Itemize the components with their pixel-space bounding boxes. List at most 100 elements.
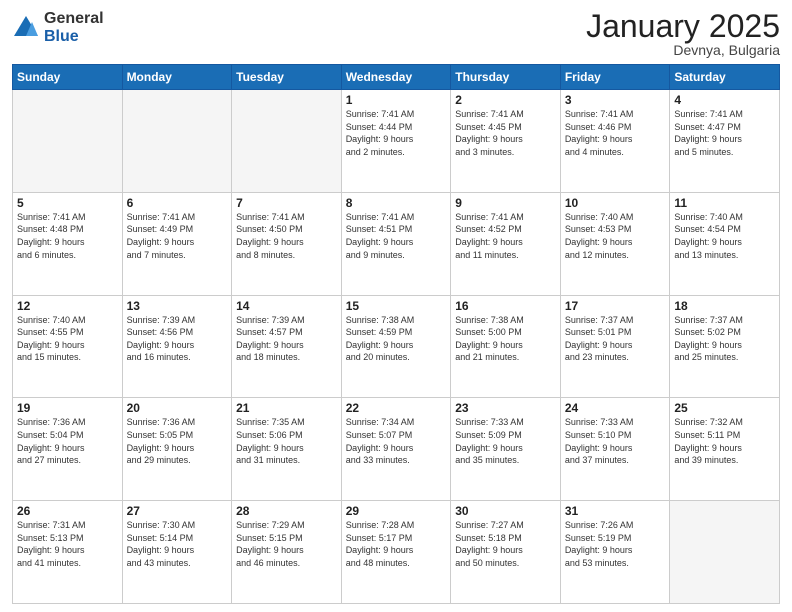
calendar-cell [232, 90, 342, 193]
day-info: Sunrise: 7:31 AM Sunset: 5:13 PM Dayligh… [17, 519, 118, 569]
day-info: Sunrise: 7:40 AM Sunset: 4:54 PM Dayligh… [674, 211, 775, 261]
weekday-header-tuesday: Tuesday [232, 65, 342, 90]
day-number: 10 [565, 196, 666, 210]
day-number: 24 [565, 401, 666, 415]
day-number: 29 [346, 504, 447, 518]
day-number: 16 [455, 299, 556, 313]
day-info: Sunrise: 7:38 AM Sunset: 5:00 PM Dayligh… [455, 314, 556, 364]
day-number: 25 [674, 401, 775, 415]
day-info: Sunrise: 7:28 AM Sunset: 5:17 PM Dayligh… [346, 519, 447, 569]
calendar-cell: 8Sunrise: 7:41 AM Sunset: 4:51 PM Daylig… [341, 192, 451, 295]
weekday-header-monday: Monday [122, 65, 232, 90]
calendar-cell: 12Sunrise: 7:40 AM Sunset: 4:55 PM Dayli… [13, 295, 123, 398]
day-number: 5 [17, 196, 118, 210]
day-number: 9 [455, 196, 556, 210]
calendar-cell: 24Sunrise: 7:33 AM Sunset: 5:10 PM Dayli… [560, 398, 670, 501]
page-container: General Blue January 2025 Devnya, Bulgar… [0, 0, 792, 612]
weekday-header-sunday: Sunday [13, 65, 123, 90]
day-info: Sunrise: 7:36 AM Sunset: 5:04 PM Dayligh… [17, 416, 118, 466]
day-number: 4 [674, 93, 775, 107]
calendar-cell: 26Sunrise: 7:31 AM Sunset: 5:13 PM Dayli… [13, 501, 123, 604]
calendar-cell: 9Sunrise: 7:41 AM Sunset: 4:52 PM Daylig… [451, 192, 561, 295]
day-number: 31 [565, 504, 666, 518]
day-info: Sunrise: 7:33 AM Sunset: 5:09 PM Dayligh… [455, 416, 556, 466]
calendar-cell: 5Sunrise: 7:41 AM Sunset: 4:48 PM Daylig… [13, 192, 123, 295]
day-info: Sunrise: 7:37 AM Sunset: 5:01 PM Dayligh… [565, 314, 666, 364]
title-block: January 2025 Devnya, Bulgaria [586, 10, 780, 58]
calendar-cell: 18Sunrise: 7:37 AM Sunset: 5:02 PM Dayli… [670, 295, 780, 398]
calendar-cell: 21Sunrise: 7:35 AM Sunset: 5:06 PM Dayli… [232, 398, 342, 501]
calendar-cell: 6Sunrise: 7:41 AM Sunset: 4:49 PM Daylig… [122, 192, 232, 295]
day-info: Sunrise: 7:41 AM Sunset: 4:51 PM Dayligh… [346, 211, 447, 261]
calendar-cell [13, 90, 123, 193]
day-number: 28 [236, 504, 337, 518]
calendar-week-4: 19Sunrise: 7:36 AM Sunset: 5:04 PM Dayli… [13, 398, 780, 501]
day-info: Sunrise: 7:38 AM Sunset: 4:59 PM Dayligh… [346, 314, 447, 364]
day-number: 22 [346, 401, 447, 415]
day-info: Sunrise: 7:41 AM Sunset: 4:46 PM Dayligh… [565, 108, 666, 158]
day-number: 21 [236, 401, 337, 415]
day-number: 11 [674, 196, 775, 210]
calendar-cell: 30Sunrise: 7:27 AM Sunset: 5:18 PM Dayli… [451, 501, 561, 604]
day-number: 17 [565, 299, 666, 313]
calendar-week-1: 1Sunrise: 7:41 AM Sunset: 4:44 PM Daylig… [13, 90, 780, 193]
day-number: 15 [346, 299, 447, 313]
logo-general: General [44, 10, 104, 28]
day-info: Sunrise: 7:41 AM Sunset: 4:49 PM Dayligh… [127, 211, 228, 261]
calendar-cell: 25Sunrise: 7:32 AM Sunset: 5:11 PM Dayli… [670, 398, 780, 501]
day-info: Sunrise: 7:41 AM Sunset: 4:48 PM Dayligh… [17, 211, 118, 261]
calendar-header-row: SundayMondayTuesdayWednesdayThursdayFrid… [13, 65, 780, 90]
day-info: Sunrise: 7:41 AM Sunset: 4:47 PM Dayligh… [674, 108, 775, 158]
day-number: 30 [455, 504, 556, 518]
day-number: 8 [346, 196, 447, 210]
day-info: Sunrise: 7:30 AM Sunset: 5:14 PM Dayligh… [127, 519, 228, 569]
day-info: Sunrise: 7:35 AM Sunset: 5:06 PM Dayligh… [236, 416, 337, 466]
logo-blue: Blue [44, 28, 104, 46]
day-info: Sunrise: 7:37 AM Sunset: 5:02 PM Dayligh… [674, 314, 775, 364]
calendar-week-5: 26Sunrise: 7:31 AM Sunset: 5:13 PM Dayli… [13, 501, 780, 604]
calendar-cell: 22Sunrise: 7:34 AM Sunset: 5:07 PM Dayli… [341, 398, 451, 501]
day-number: 7 [236, 196, 337, 210]
day-info: Sunrise: 7:29 AM Sunset: 5:15 PM Dayligh… [236, 519, 337, 569]
day-info: Sunrise: 7:36 AM Sunset: 5:05 PM Dayligh… [127, 416, 228, 466]
day-number: 2 [455, 93, 556, 107]
calendar-cell: 11Sunrise: 7:40 AM Sunset: 4:54 PM Dayli… [670, 192, 780, 295]
calendar-cell [122, 90, 232, 193]
day-info: Sunrise: 7:40 AM Sunset: 4:55 PM Dayligh… [17, 314, 118, 364]
day-number: 6 [127, 196, 228, 210]
day-number: 12 [17, 299, 118, 313]
calendar-cell: 29Sunrise: 7:28 AM Sunset: 5:17 PM Dayli… [341, 501, 451, 604]
day-number: 3 [565, 93, 666, 107]
calendar-cell: 3Sunrise: 7:41 AM Sunset: 4:46 PM Daylig… [560, 90, 670, 193]
day-info: Sunrise: 7:39 AM Sunset: 4:57 PM Dayligh… [236, 314, 337, 364]
logo: General Blue [12, 10, 104, 45]
day-info: Sunrise: 7:40 AM Sunset: 4:53 PM Dayligh… [565, 211, 666, 261]
calendar-cell: 1Sunrise: 7:41 AM Sunset: 4:44 PM Daylig… [341, 90, 451, 193]
day-info: Sunrise: 7:32 AM Sunset: 5:11 PM Dayligh… [674, 416, 775, 466]
day-number: 18 [674, 299, 775, 313]
calendar-cell: 19Sunrise: 7:36 AM Sunset: 5:04 PM Dayli… [13, 398, 123, 501]
day-number: 14 [236, 299, 337, 313]
calendar-week-2: 5Sunrise: 7:41 AM Sunset: 4:48 PM Daylig… [13, 192, 780, 295]
day-info: Sunrise: 7:27 AM Sunset: 5:18 PM Dayligh… [455, 519, 556, 569]
day-info: Sunrise: 7:41 AM Sunset: 4:52 PM Dayligh… [455, 211, 556, 261]
day-info: Sunrise: 7:33 AM Sunset: 5:10 PM Dayligh… [565, 416, 666, 466]
day-number: 27 [127, 504, 228, 518]
calendar-cell: 17Sunrise: 7:37 AM Sunset: 5:01 PM Dayli… [560, 295, 670, 398]
calendar-week-3: 12Sunrise: 7:40 AM Sunset: 4:55 PM Dayli… [13, 295, 780, 398]
calendar-cell: 23Sunrise: 7:33 AM Sunset: 5:09 PM Dayli… [451, 398, 561, 501]
calendar-cell: 7Sunrise: 7:41 AM Sunset: 4:50 PM Daylig… [232, 192, 342, 295]
calendar-cell: 4Sunrise: 7:41 AM Sunset: 4:47 PM Daylig… [670, 90, 780, 193]
logo-text: General Blue [44, 10, 104, 45]
day-info: Sunrise: 7:41 AM Sunset: 4:45 PM Dayligh… [455, 108, 556, 158]
calendar-cell: 28Sunrise: 7:29 AM Sunset: 5:15 PM Dayli… [232, 501, 342, 604]
day-info: Sunrise: 7:39 AM Sunset: 4:56 PM Dayligh… [127, 314, 228, 364]
calendar-cell: 10Sunrise: 7:40 AM Sunset: 4:53 PM Dayli… [560, 192, 670, 295]
weekday-header-friday: Friday [560, 65, 670, 90]
day-number: 1 [346, 93, 447, 107]
calendar-cell: 16Sunrise: 7:38 AM Sunset: 5:00 PM Dayli… [451, 295, 561, 398]
day-info: Sunrise: 7:41 AM Sunset: 4:50 PM Dayligh… [236, 211, 337, 261]
weekday-header-wednesday: Wednesday [341, 65, 451, 90]
month-title: January 2025 [586, 10, 780, 42]
location-subtitle: Devnya, Bulgaria [586, 42, 780, 58]
